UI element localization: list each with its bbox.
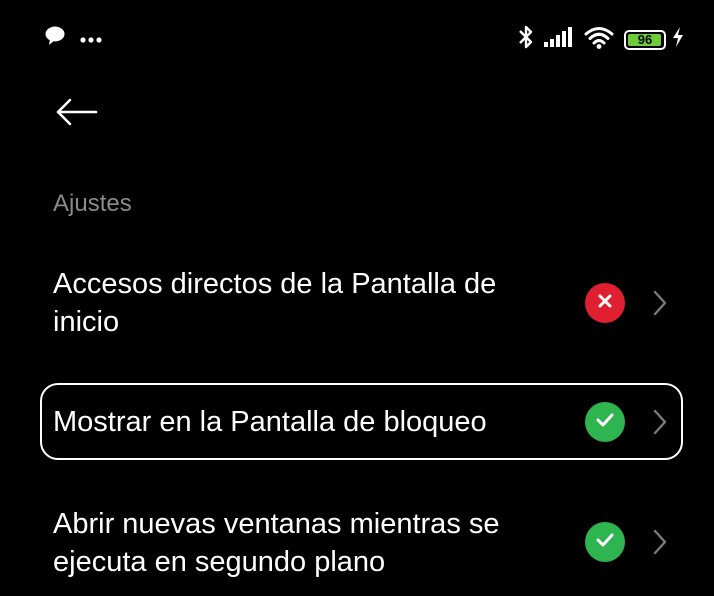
back-button[interactable] [50, 92, 102, 136]
chevron-right-icon [648, 406, 672, 438]
check-icon [595, 412, 615, 433]
status-bar-left [44, 26, 102, 51]
status-bar: 96 [0, 0, 714, 80]
battery-level: 96 [637, 32, 653, 47]
status-enabled-badge [585, 522, 625, 562]
setting-row-home-screen-shortcuts[interactable]: Accesos directos de la Pantalla de inici… [40, 262, 683, 344]
bluetooth-icon [518, 24, 534, 55]
setting-row-show-on-lock-screen[interactable]: Mostrar en la Pantalla de bloqueo [40, 383, 683, 460]
arrow-left-icon [54, 97, 98, 132]
chevron-right-icon [648, 287, 672, 319]
battery-body: 96 [624, 29, 666, 50]
setting-label: Abrir nuevas ventanas mientras se ejecut… [53, 508, 500, 578]
check-icon [595, 532, 615, 553]
setting-row-open-windows-background[interactable]: Abrir nuevas ventanas mientras se ejecut… [40, 503, 683, 585]
setting-label: Mostrar en la Pantalla de bloqueo [53, 406, 487, 438]
more-dots-icon [80, 30, 102, 48]
chat-bubble-icon [44, 26, 66, 51]
status-enabled-badge [585, 402, 625, 442]
wifi-icon [584, 25, 614, 54]
status-bar-right: 96 [518, 24, 684, 55]
chevron-right-icon [648, 526, 672, 558]
status-disabled-badge [585, 283, 625, 323]
section-label: Ajustes [53, 190, 132, 217]
signal-icon [544, 27, 574, 52]
x-icon [597, 293, 613, 314]
setting-label: Accesos directos de la Pantalla de inici… [53, 268, 497, 338]
charging-bolt-icon [672, 27, 684, 52]
battery-icon: 96 [624, 29, 666, 50]
